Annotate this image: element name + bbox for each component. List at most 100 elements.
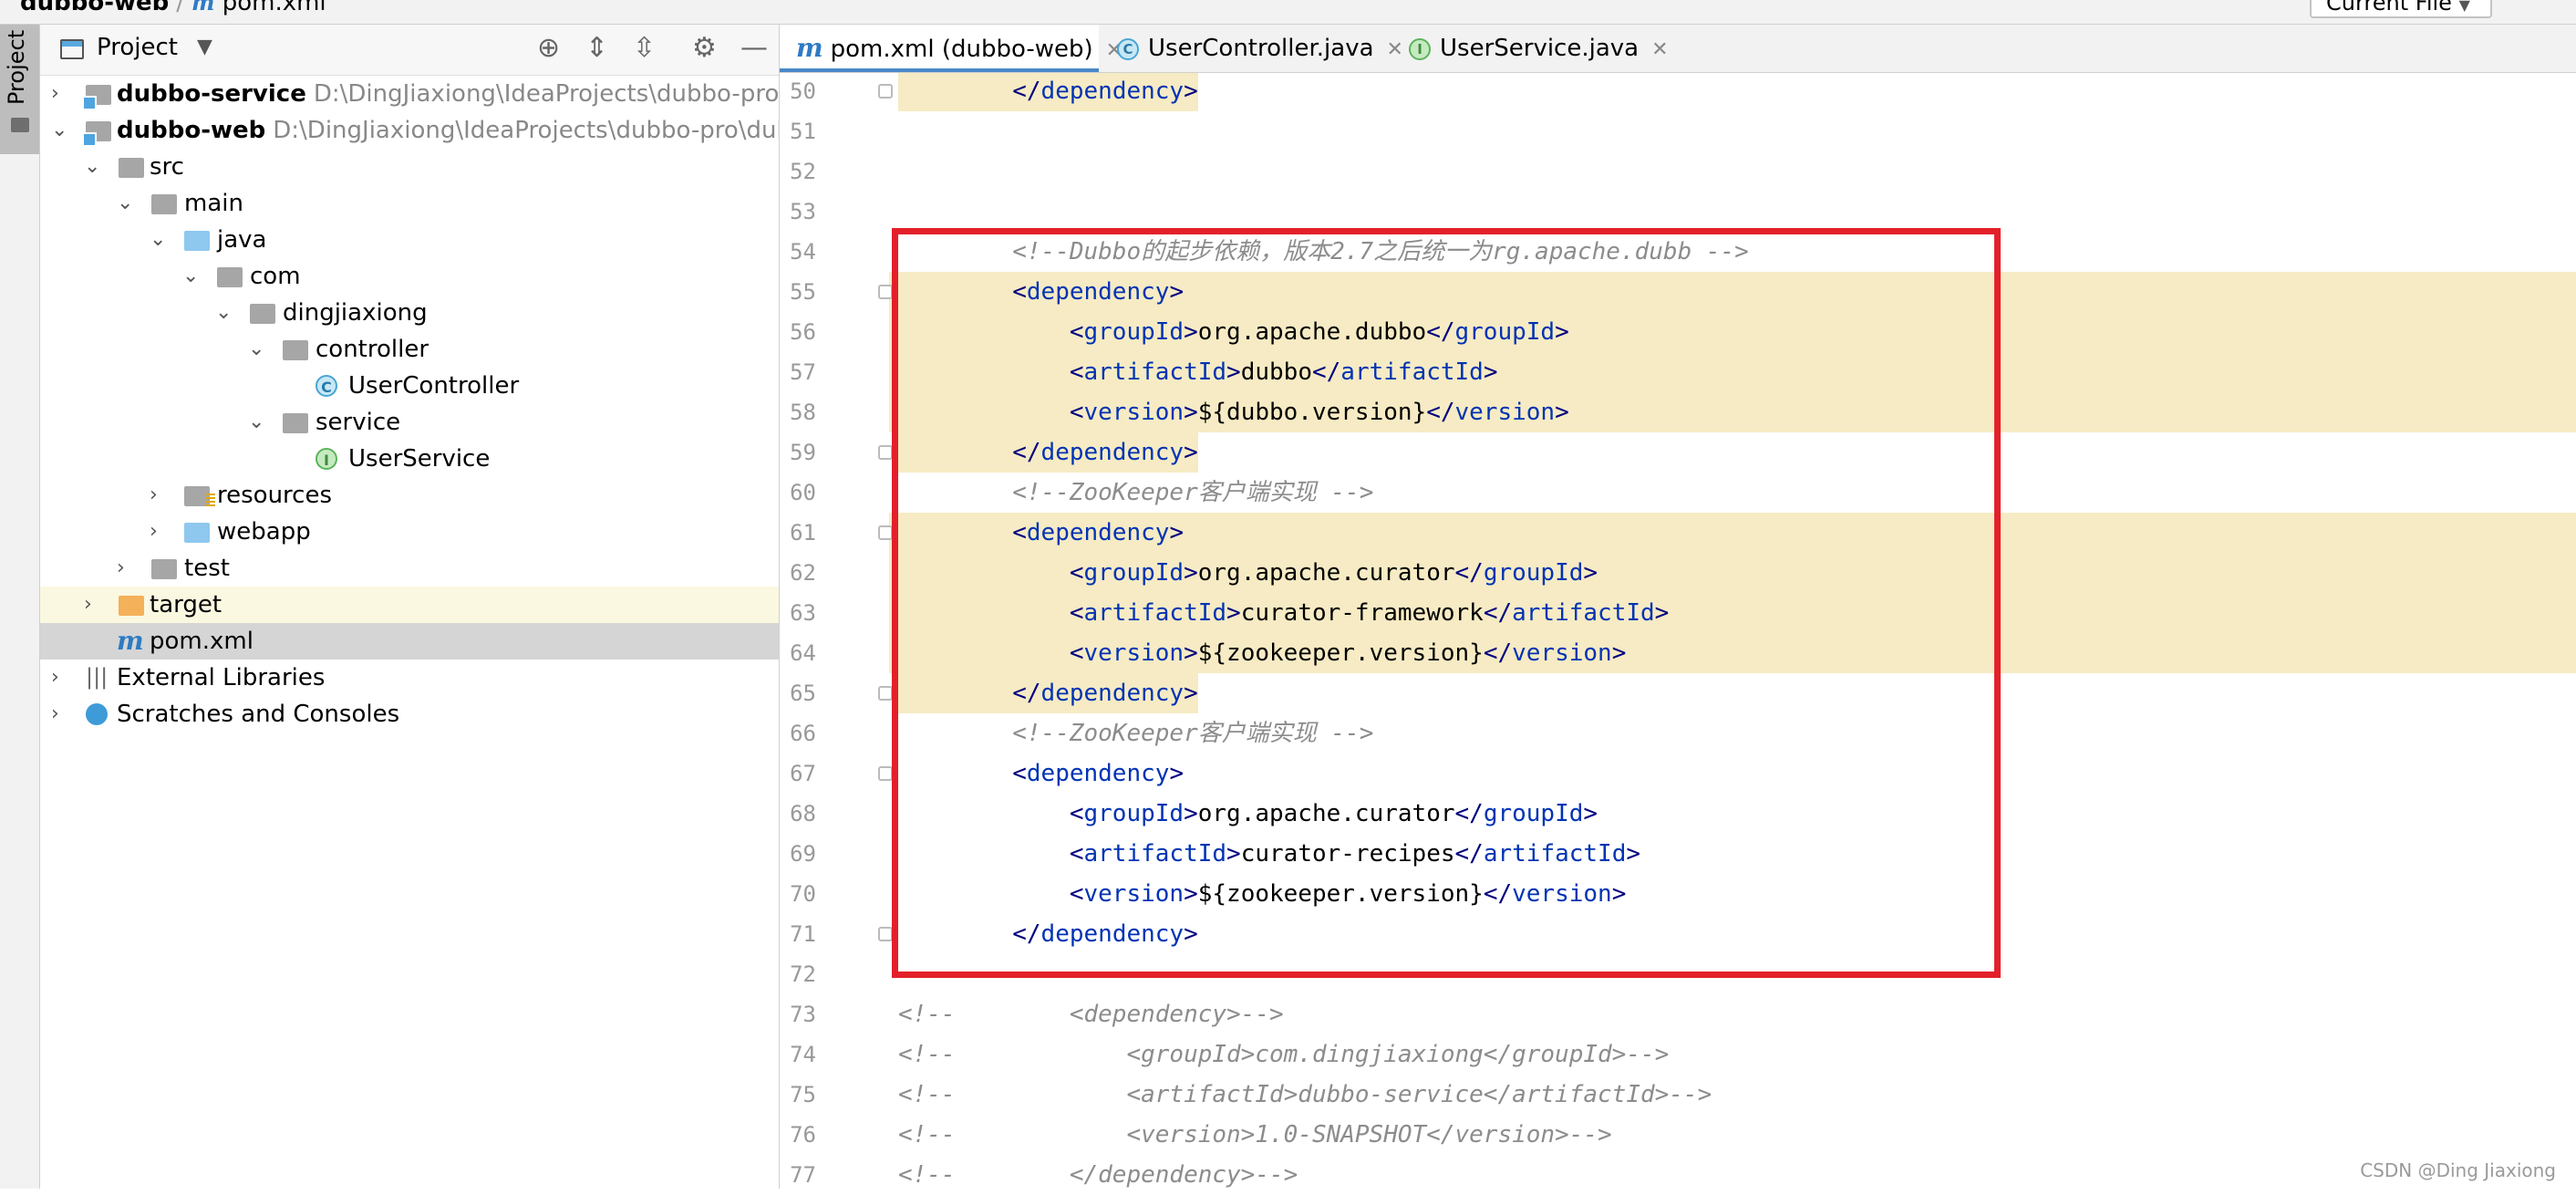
scratches-icon (86, 703, 108, 725)
tree-item-dubbo-service[interactable]: › dubbo-service D:\DingJiaxiong\IdeaProje… (40, 76, 779, 112)
tab-label: UserController.java (1148, 35, 1374, 62)
line-number: 76 (790, 1122, 816, 1148)
gear-icon[interactable]: ⚙ (692, 32, 717, 65)
chevron-down-icon[interactable]: ⌄ (51, 112, 67, 149)
chevron-down-icon[interactable]: ⌄ (150, 222, 166, 258)
tree-item-webapp[interactable]: › webapp (40, 514, 779, 550)
line-number: 69 (790, 841, 816, 867)
project-panel-title[interactable]: Project (97, 34, 178, 61)
chevron-down-icon[interactable]: ▼ (197, 36, 212, 58)
line-number: 74 (790, 1042, 816, 1067)
chevron-right-icon[interactable]: › (150, 514, 158, 550)
tree-item-label: webapp (217, 518, 311, 546)
code-line: <!-- <version>1.0-SNAPSHOT</version>--> (898, 1115, 1612, 1155)
breadcrumb-separator: / (176, 0, 185, 16)
fold-marker-icon[interactable] (878, 686, 893, 701)
tool-window-strip: Project (0, 25, 40, 1189)
chevron-down-icon[interactable]: ⌄ (117, 185, 133, 222)
resources-folder-icon (184, 486, 215, 506)
tree-item-resources[interactable]: › resources (40, 477, 779, 514)
project-tool-tab-label: Project (4, 29, 29, 105)
code-token: </ (1012, 78, 1041, 105)
line-number: 54 (790, 239, 816, 265)
tree-item-scratches[interactable]: › Scratches and Consoles (40, 696, 779, 733)
chevron-down-icon[interactable]: ⌄ (248, 331, 264, 368)
locate-icon[interactable]: ⊕ (537, 32, 560, 65)
run-config-label: Current File (2326, 0, 2452, 16)
breadcrumb-project[interactable]: dubbo-web (20, 0, 169, 16)
line-number: 51 (790, 119, 816, 144)
tree-item-label: dubbo-web (117, 117, 266, 144)
fold-marker-icon[interactable] (878, 285, 893, 299)
minimize-icon[interactable]: — (740, 32, 768, 65)
collapse-all-icon[interactable]: ⇳ (633, 32, 656, 65)
tree-item-main[interactable]: ⌄ main (40, 185, 779, 222)
chevron-down-icon[interactable]: ⌄ (182, 258, 199, 295)
chevron-right-icon[interactable]: › (150, 477, 158, 514)
project-tool-tab[interactable]: Project (0, 25, 39, 154)
tree-item-label: pom.xml (150, 628, 253, 655)
tree-item-label: com (250, 263, 301, 290)
chevron-right-icon[interactable]: › (84, 587, 92, 623)
fold-marker-icon[interactable] (878, 766, 893, 781)
chevron-down-icon[interactable]: ⌄ (215, 295, 232, 331)
tree-item-userservice[interactable]: I UserService (40, 441, 779, 477)
package-icon (217, 267, 243, 287)
maven-icon: m (796, 33, 823, 63)
tree-item-label: dubbo-service (117, 80, 306, 108)
line-number: 65 (790, 681, 816, 706)
tree-item-label: main (184, 190, 243, 217)
tree-item-usercontroller[interactable]: C UserController (40, 368, 779, 404)
code-token: <!-- <dependency>--> (898, 1001, 1284, 1028)
tree-item-src[interactable]: ⌄ src (40, 149, 779, 185)
tree-item-test[interactable]: › test (40, 550, 779, 587)
line-number: 77 (790, 1162, 816, 1188)
line-number: 57 (790, 359, 816, 385)
chevron-down-icon[interactable]: ⌄ (248, 404, 264, 441)
line-number: 70 (790, 881, 816, 907)
editor-tab-bar: m pom.xml (dubbo-web) ✕ C UserController.ja… (780, 25, 2576, 73)
line-number: 52 (790, 159, 816, 184)
chevron-right-icon[interactable]: › (51, 660, 59, 696)
chevron-down-icon[interactable]: ⌄ (84, 149, 100, 185)
package-icon (283, 413, 308, 433)
folder-icon (151, 559, 177, 579)
expand-all-icon[interactable]: ⇕ (585, 32, 608, 65)
chevron-right-icon[interactable]: › (117, 550, 125, 587)
line-number: 58 (790, 400, 816, 425)
tree-item-label: External Libraries (117, 664, 326, 691)
tab-pom-xml[interactable]: m pom.xml (dubbo-web) ✕ (780, 25, 1122, 72)
code-token: <!-- <version>1.0-SNAPSHOT</version>--> (898, 1121, 1612, 1148)
chevron-right-icon[interactable]: › (51, 76, 59, 112)
interface-icon: I (1409, 37, 1431, 60)
tree-item-com[interactable]: ⌄ com (40, 258, 779, 295)
tree-item-service[interactable]: ⌄ service (40, 404, 779, 441)
libraries-icon: ||| (86, 664, 109, 690)
tree-item-java[interactable]: ⌄ java (40, 222, 779, 258)
tree-item-target[interactable]: › target (40, 587, 779, 623)
chevron-down-icon: ▼ (2458, 0, 2470, 14)
breadcrumb-file[interactable]: pom.xml (222, 0, 326, 16)
chevron-right-icon[interactable]: › (51, 696, 59, 733)
tree-item-dubbo-web[interactable]: ⌄ dubbo-web D:\DingJiaxiong\IdeaProjects\… (40, 112, 779, 149)
highlight-box (892, 228, 2001, 978)
close-icon[interactable]: ✕ (1651, 38, 1668, 61)
tree-item-controller[interactable]: ⌄ controller (40, 331, 779, 368)
tree-item-label: UserController (348, 372, 520, 400)
tree-item-label: dingjiaxiong (283, 299, 428, 327)
tree-item-dingjiaxiong[interactable]: ⌄ dingjiaxiong (40, 295, 779, 331)
interface-icon: I (316, 448, 337, 470)
close-icon[interactable]: ✕ (1387, 38, 1403, 61)
tree-item-pom-xml[interactable]: m pom.xml (40, 623, 779, 660)
tab-usercontroller[interactable]: C UserController.java ✕ (1117, 25, 1403, 72)
fold-marker-icon[interactable] (878, 525, 893, 540)
tree-item-external-libraries[interactable]: › ||| External Libraries (40, 660, 779, 696)
run-config-dropdown[interactable]: Current File ▼ (2310, 0, 2492, 18)
fold-marker-icon[interactable] (878, 927, 893, 941)
fold-marker-icon[interactable] (878, 445, 893, 460)
fold-marker-icon[interactable] (878, 84, 893, 99)
code-line: <!-- <dependency>--> (898, 994, 1284, 1034)
tab-userservice[interactable]: I UserService.java ✕ (1409, 25, 1669, 72)
package-icon (250, 304, 275, 324)
